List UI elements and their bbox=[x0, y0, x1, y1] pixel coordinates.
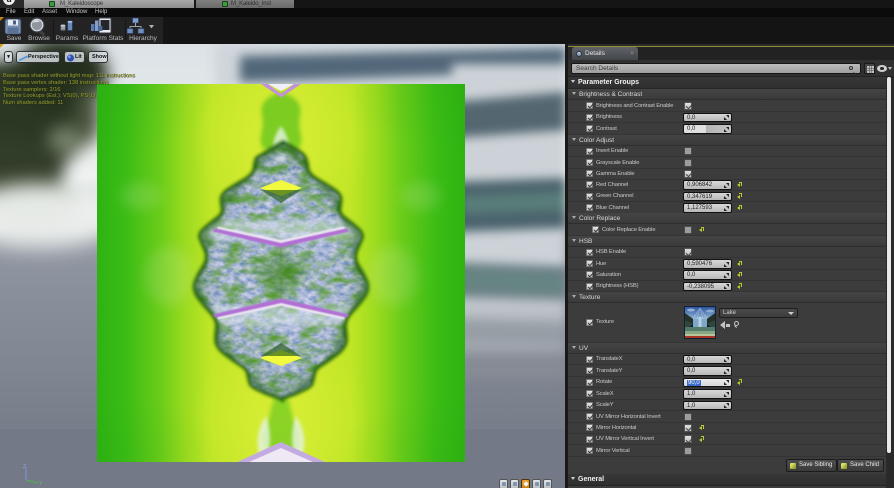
svg-text:Y: Y bbox=[39, 481, 43, 486]
svg-text:Z: Z bbox=[23, 464, 26, 470]
